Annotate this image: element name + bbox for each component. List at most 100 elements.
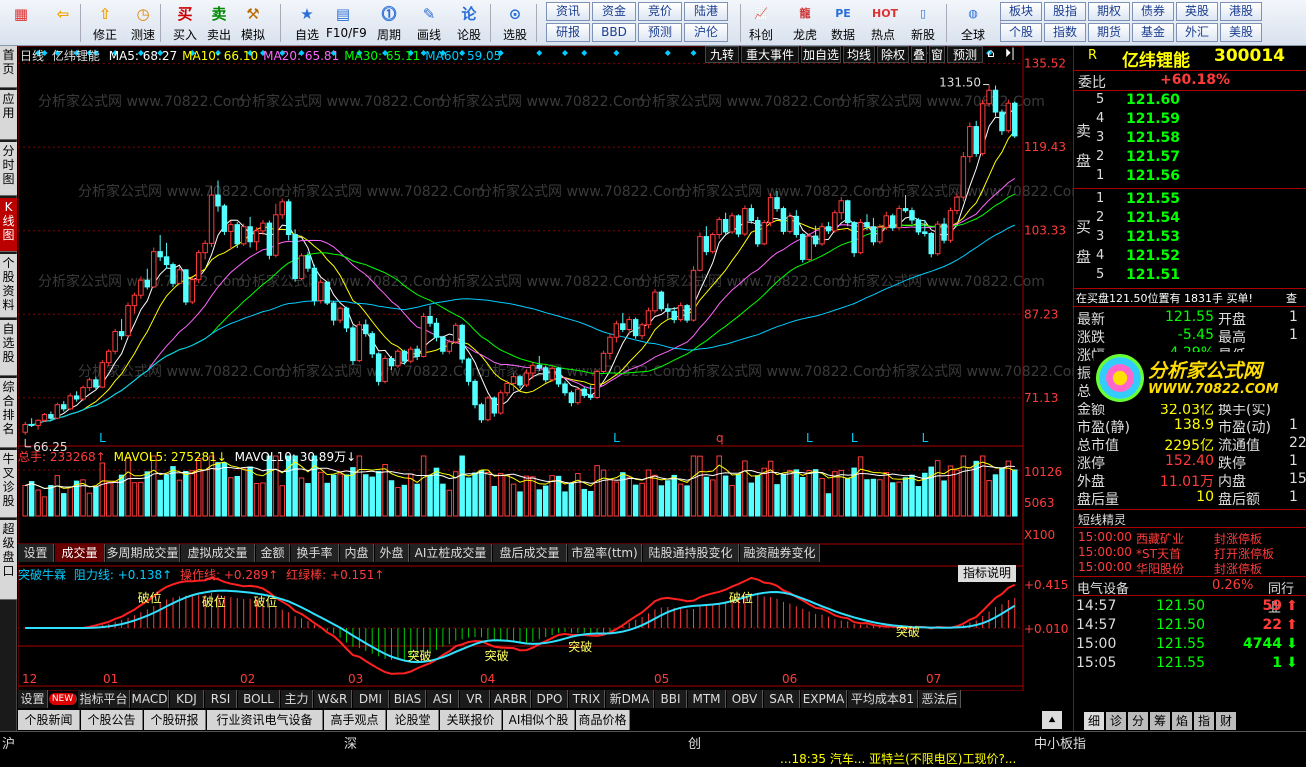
star-toolbar-button[interactable]: ★ 自选	[290, 2, 324, 44]
kline-chart-area[interactable]: 135.52 119.43 103.33 87.23 71.13 分析家公式网 www.7…	[18, 46, 1073, 691]
bottom-tab-11[interactable]: ASI	[427, 690, 459, 708]
bottom-tab-19[interactable]: OBV	[727, 690, 763, 708]
indicator-tab-6[interactable]: 内盘	[340, 544, 374, 562]
link-3[interactable]: 陆港	[684, 2, 728, 21]
status-index-3[interactable]: 中小板指	[1034, 733, 1086, 752]
hammer-toolbar-button[interactable]: ⚒ 模拟	[236, 2, 270, 44]
market-link-6[interactable]: 个股	[1000, 23, 1042, 42]
pe-toolbar-button[interactable]: PE 数据	[826, 2, 860, 44]
right-bottom-tab-5[interactable]: 指	[1194, 712, 1214, 730]
bottom-tab-6[interactable]: BOLL	[238, 690, 280, 708]
market-link-1[interactable]: 股指	[1044, 2, 1086, 21]
event-marker[interactable]: L	[806, 431, 813, 445]
news-tab-4[interactable]: 高手观点	[324, 710, 386, 730]
event-marker[interactable]: L	[851, 431, 858, 445]
bottom-tab-12[interactable]: VR	[460, 690, 490, 708]
short-stock[interactable]: 华阳股份	[1136, 560, 1184, 577]
left-tab-4[interactable]: 个股资料	[0, 254, 17, 318]
play-icon[interactable]: ⏵|	[1005, 46, 1021, 63]
bottom-tab-21[interactable]: EXPMA	[801, 690, 847, 708]
indicator-help-button[interactable]: 指标说明	[958, 565, 1016, 582]
news-tab-1[interactable]: 个股公告	[81, 710, 143, 730]
market-link-9[interactable]: 基金	[1132, 23, 1174, 42]
indicator-tab-11[interactable]: 陆股通持股变化	[643, 544, 739, 562]
bottom-tab-10[interactable]: BIAS	[390, 690, 426, 708]
market-link-10[interactable]: 外汇	[1176, 23, 1218, 42]
bottom-tab-16[interactable]: 新DMA	[606, 690, 654, 708]
bottom-tab-5[interactable]: RSI	[205, 690, 237, 708]
grid-toolbar-button[interactable]: ▦	[4, 2, 38, 44]
bottom-tab-1[interactable]: NEW	[49, 693, 77, 705]
kline-btn-6[interactable]: 窗	[929, 46, 945, 63]
bottom-tab-2[interactable]: 指标平台	[78, 690, 130, 708]
right-bottom-tab-0[interactable]: 细	[1084, 712, 1104, 730]
indicator-tab-0[interactable]: 设置	[18, 544, 54, 562]
pen-toolbar-button[interactable]: ✎ 画线	[412, 2, 446, 44]
event-marker[interactable]: L	[613, 431, 620, 445]
bottom-tab-22[interactable]: 平均成本81	[848, 690, 918, 708]
news-tab-0[interactable]: 个股新闻	[18, 710, 80, 730]
market-link-2[interactable]: 期权	[1088, 2, 1130, 21]
link-1[interactable]: 资金	[592, 2, 636, 21]
bottom-tab-17[interactable]: BBI	[655, 690, 687, 708]
news-tab-2[interactable]: 个股研报	[144, 710, 206, 730]
left-tab-3[interactable]: K线图	[0, 198, 17, 252]
bottom-tab-7[interactable]: 主力	[281, 690, 313, 708]
kline-btn-3[interactable]: 均线	[843, 46, 875, 63]
kline-btn-0[interactable]: 九转	[705, 46, 739, 63]
bottom-tab-9[interactable]: DMI	[353, 690, 389, 708]
bottom-tab-0[interactable]: 设置	[18, 690, 48, 708]
indicator-tab-3[interactable]: 虚拟成交量	[181, 544, 255, 562]
bottom-tab-20[interactable]: SAR	[764, 690, 800, 708]
bottom-tab-18[interactable]: MTM	[688, 690, 726, 708]
market-link-0[interactable]: 板块	[1000, 2, 1042, 21]
chart-toolbar-button[interactable]: 📈 科创	[744, 2, 778, 44]
bottom-tab-13[interactable]: ARBR	[491, 690, 531, 708]
left-tab-6[interactable]: 综合排名	[0, 378, 17, 448]
left-tab-0[interactable]: 首页	[0, 46, 17, 88]
left-tab-1[interactable]: 应用	[0, 90, 17, 140]
left-tab-7[interactable]: 牛叉诊股	[0, 450, 17, 518]
kline-btn-5[interactable]: 叠	[911, 46, 927, 63]
market-link-8[interactable]: 期货	[1088, 23, 1130, 42]
lock-icon[interactable]: ⌂	[987, 46, 1003, 63]
right-bottom-tab-2[interactable]: 分	[1128, 712, 1148, 730]
clock-toolbar-button[interactable]: ◷ 测速	[126, 2, 160, 44]
kline-btn-1[interactable]: 重大事件	[741, 46, 799, 63]
link-7[interactable]: 沪伦	[684, 23, 728, 42]
indicator-tab-9[interactable]: 盘后成交量	[493, 544, 567, 562]
indicator-tab-8[interactable]: AI立桩成交量	[410, 544, 492, 562]
news-tab-3[interactable]: 行业资讯电气设备	[207, 710, 323, 730]
market-link-7[interactable]: 指数	[1044, 23, 1086, 42]
event-marker[interactable]: L	[99, 431, 106, 445]
sell-toolbar-button[interactable]: 卖卖出	[202, 2, 236, 44]
bottom-tab-8[interactable]: W&R	[314, 690, 352, 708]
cycle-toolbar-button[interactable]: ⓵ 周期	[372, 2, 406, 44]
market-link-3[interactable]: 债券	[1132, 2, 1174, 21]
event-marker[interactable]: q	[716, 431, 724, 445]
indicator-tab-1[interactable]: 成交量	[55, 544, 105, 562]
news-tab-6[interactable]: 关联报价	[440, 710, 502, 730]
ipo-toolbar-button[interactable]: ▯ 新股	[906, 2, 940, 44]
right-bottom-tab-1[interactable]: 诊	[1106, 712, 1126, 730]
left-tab-2[interactable]: 分时图	[0, 142, 17, 196]
event-marker[interactable]: L	[922, 431, 929, 445]
status-index-2[interactable]: 创	[688, 733, 701, 752]
order-note-extra[interactable]: 查	[1286, 290, 1297, 306]
indicator-tab-12[interactable]: 融资融券变化	[740, 544, 820, 562]
select-toolbar-button[interactable]: ⊙ 选股	[498, 2, 532, 44]
indicator-tab-2[interactable]: 多周期成交量	[106, 544, 180, 562]
status-index-0[interactable]: 沪	[2, 733, 15, 752]
indicator-tab-10[interactable]: 市盈率(ttm)	[568, 544, 642, 562]
bottom-tab-23[interactable]: 恶法后	[919, 690, 961, 708]
globe-toolbar-button[interactable]: ◍ 全球	[956, 2, 990, 44]
bottom-tab-15[interactable]: TRIX	[569, 690, 605, 708]
left-tab-5[interactable]: 自选股	[0, 320, 17, 376]
link-6[interactable]: 预测	[638, 23, 682, 42]
kline-btn-7[interactable]: 预测	[947, 46, 983, 63]
indicator-tab-5[interactable]: 换手率	[291, 544, 339, 562]
scroll-up-button[interactable]: ⯅	[1042, 711, 1062, 729]
right-bottom-tab-3[interactable]: 筹	[1150, 712, 1170, 730]
bottom-tab-14[interactable]: DPO	[532, 690, 568, 708]
lun-toolbar-button[interactable]: 论论股	[452, 2, 486, 44]
